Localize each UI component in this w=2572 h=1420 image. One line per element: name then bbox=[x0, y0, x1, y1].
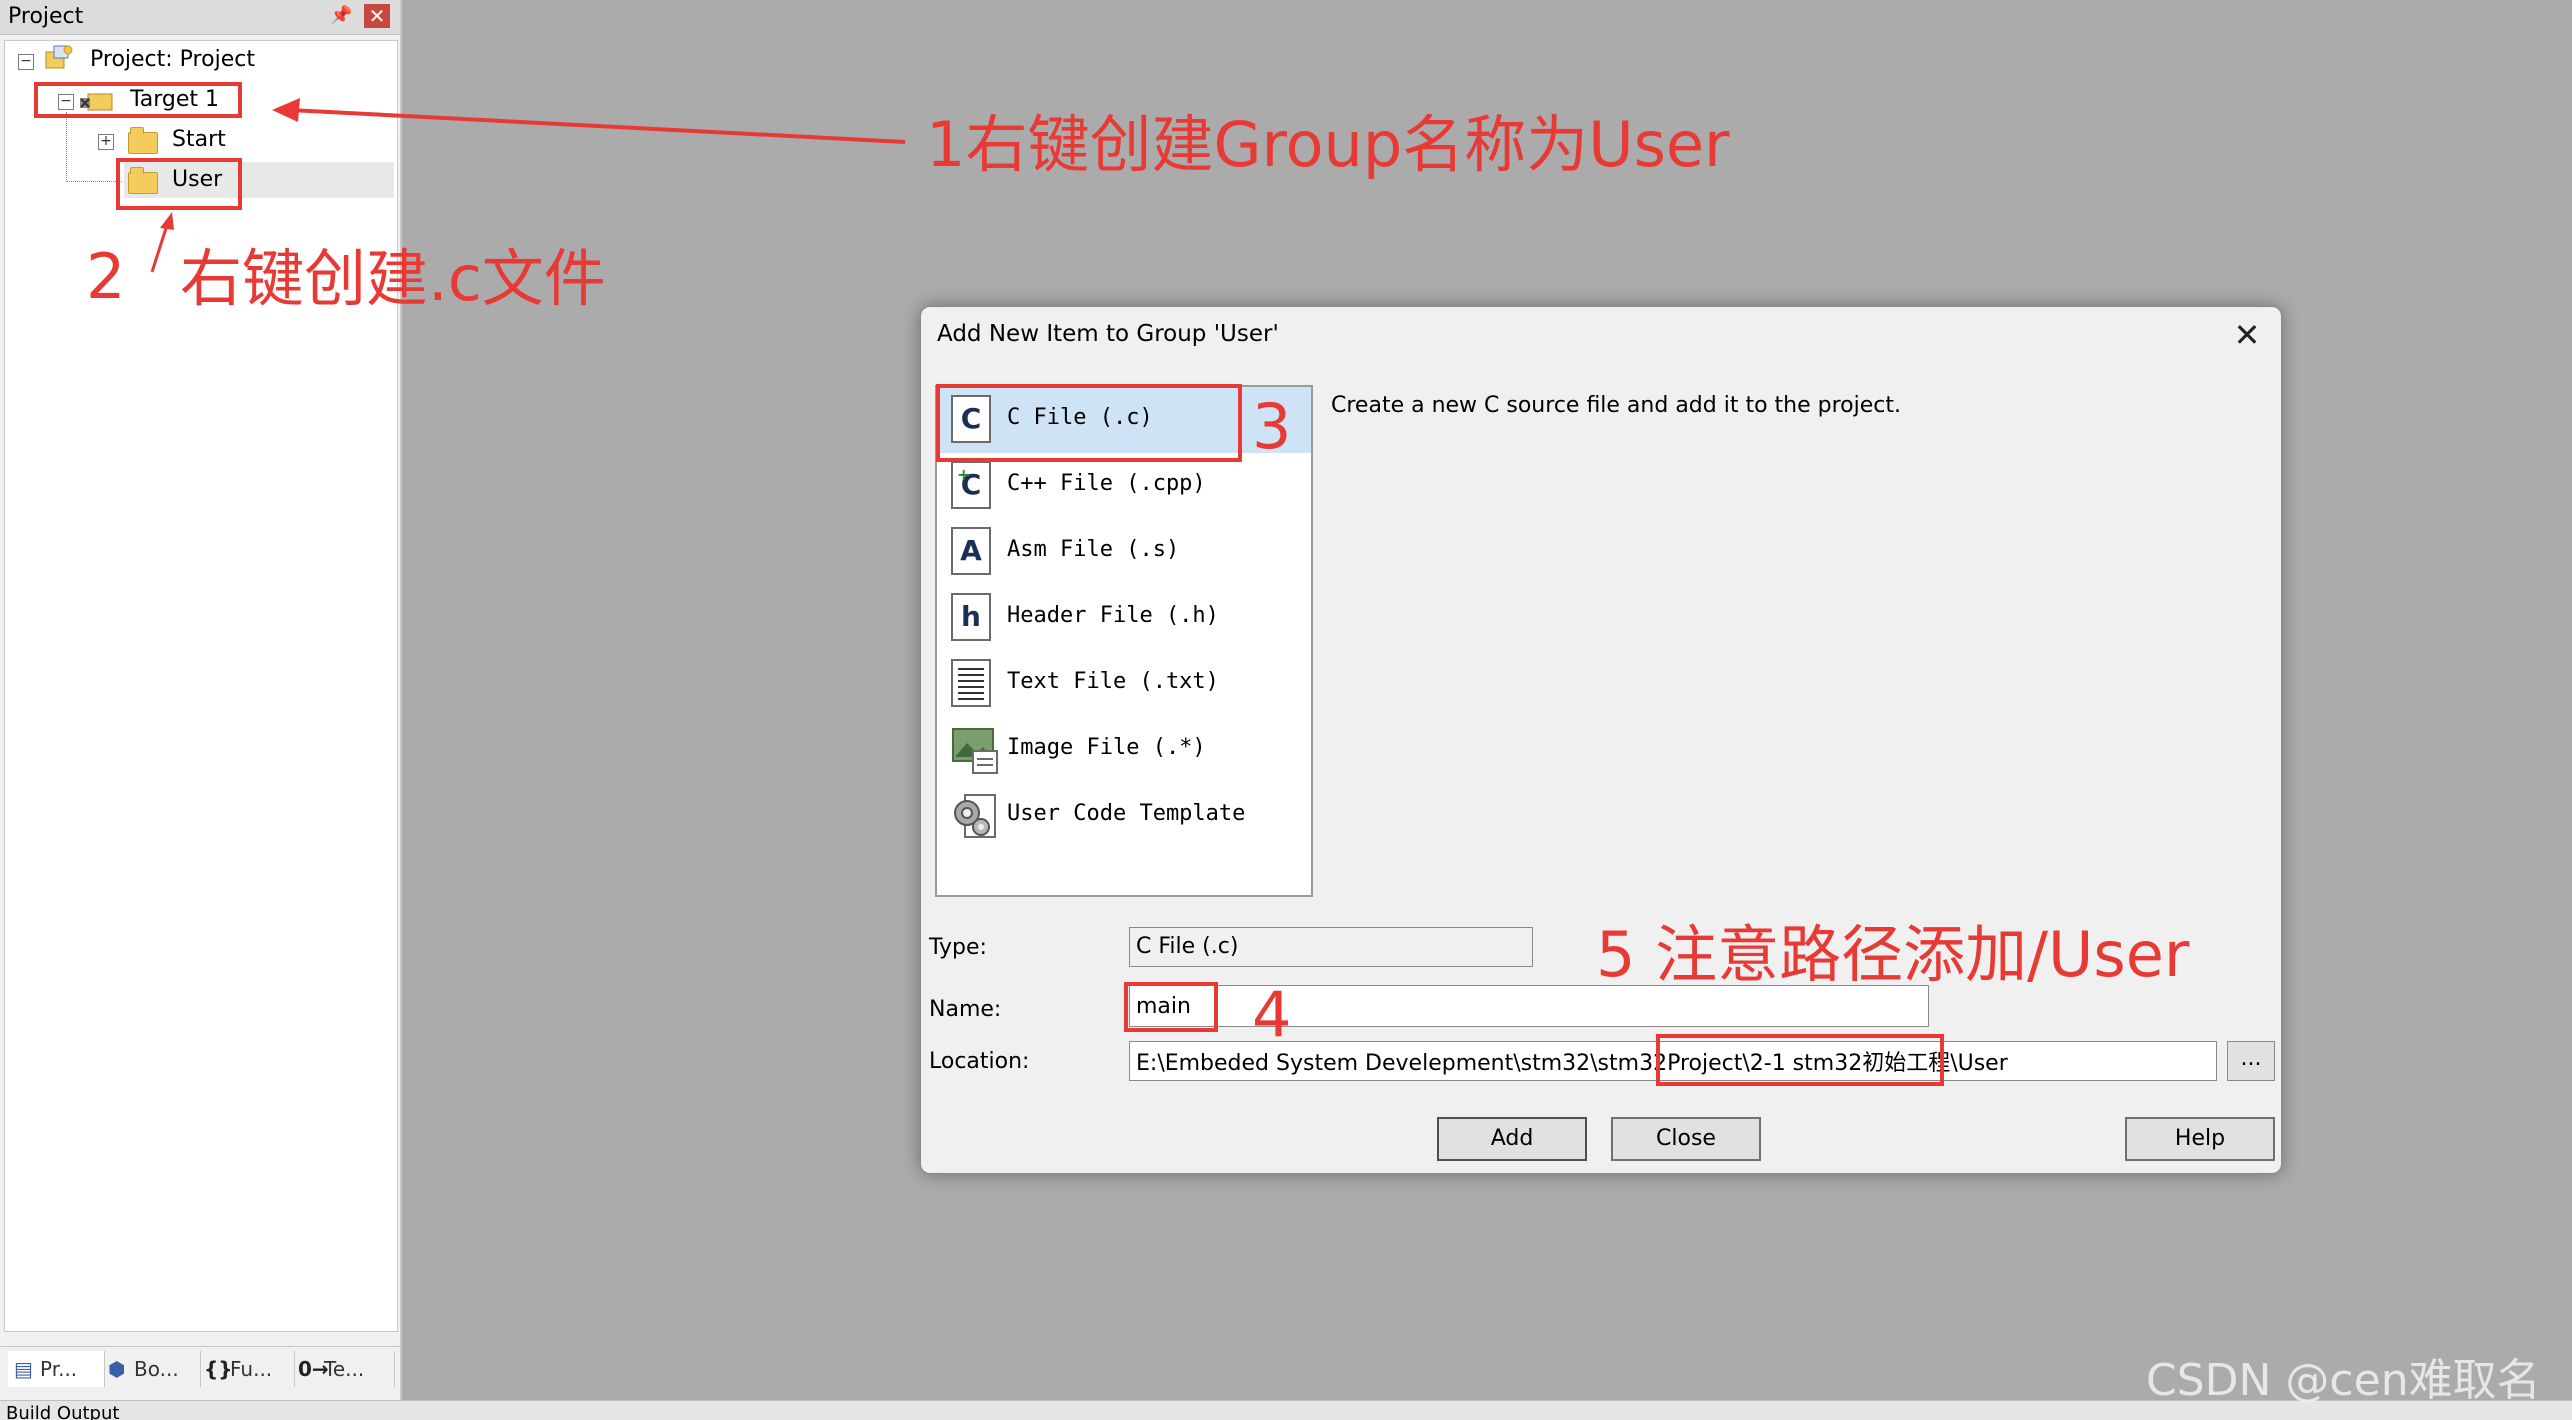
watermark: CSDN @cen难取名 bbox=[2146, 1355, 2541, 1406]
annotation-step2-text: 右键创建.c文件 bbox=[180, 242, 606, 315]
annotation-step2-number: 2 bbox=[86, 240, 126, 313]
annotation-step5: 5 注意路径添加/User bbox=[1596, 918, 2190, 991]
annotation-arrows bbox=[150, 98, 906, 273]
annotation-arrow-step2 bbox=[150, 212, 174, 273]
annotation-arrow-step1 bbox=[272, 98, 906, 144]
annotation-step3: 3 bbox=[1252, 390, 1292, 463]
annotation-step4: 4 bbox=[1252, 978, 1292, 1051]
annotation-step1: 1右键创建Group名称为User bbox=[926, 108, 1730, 181]
